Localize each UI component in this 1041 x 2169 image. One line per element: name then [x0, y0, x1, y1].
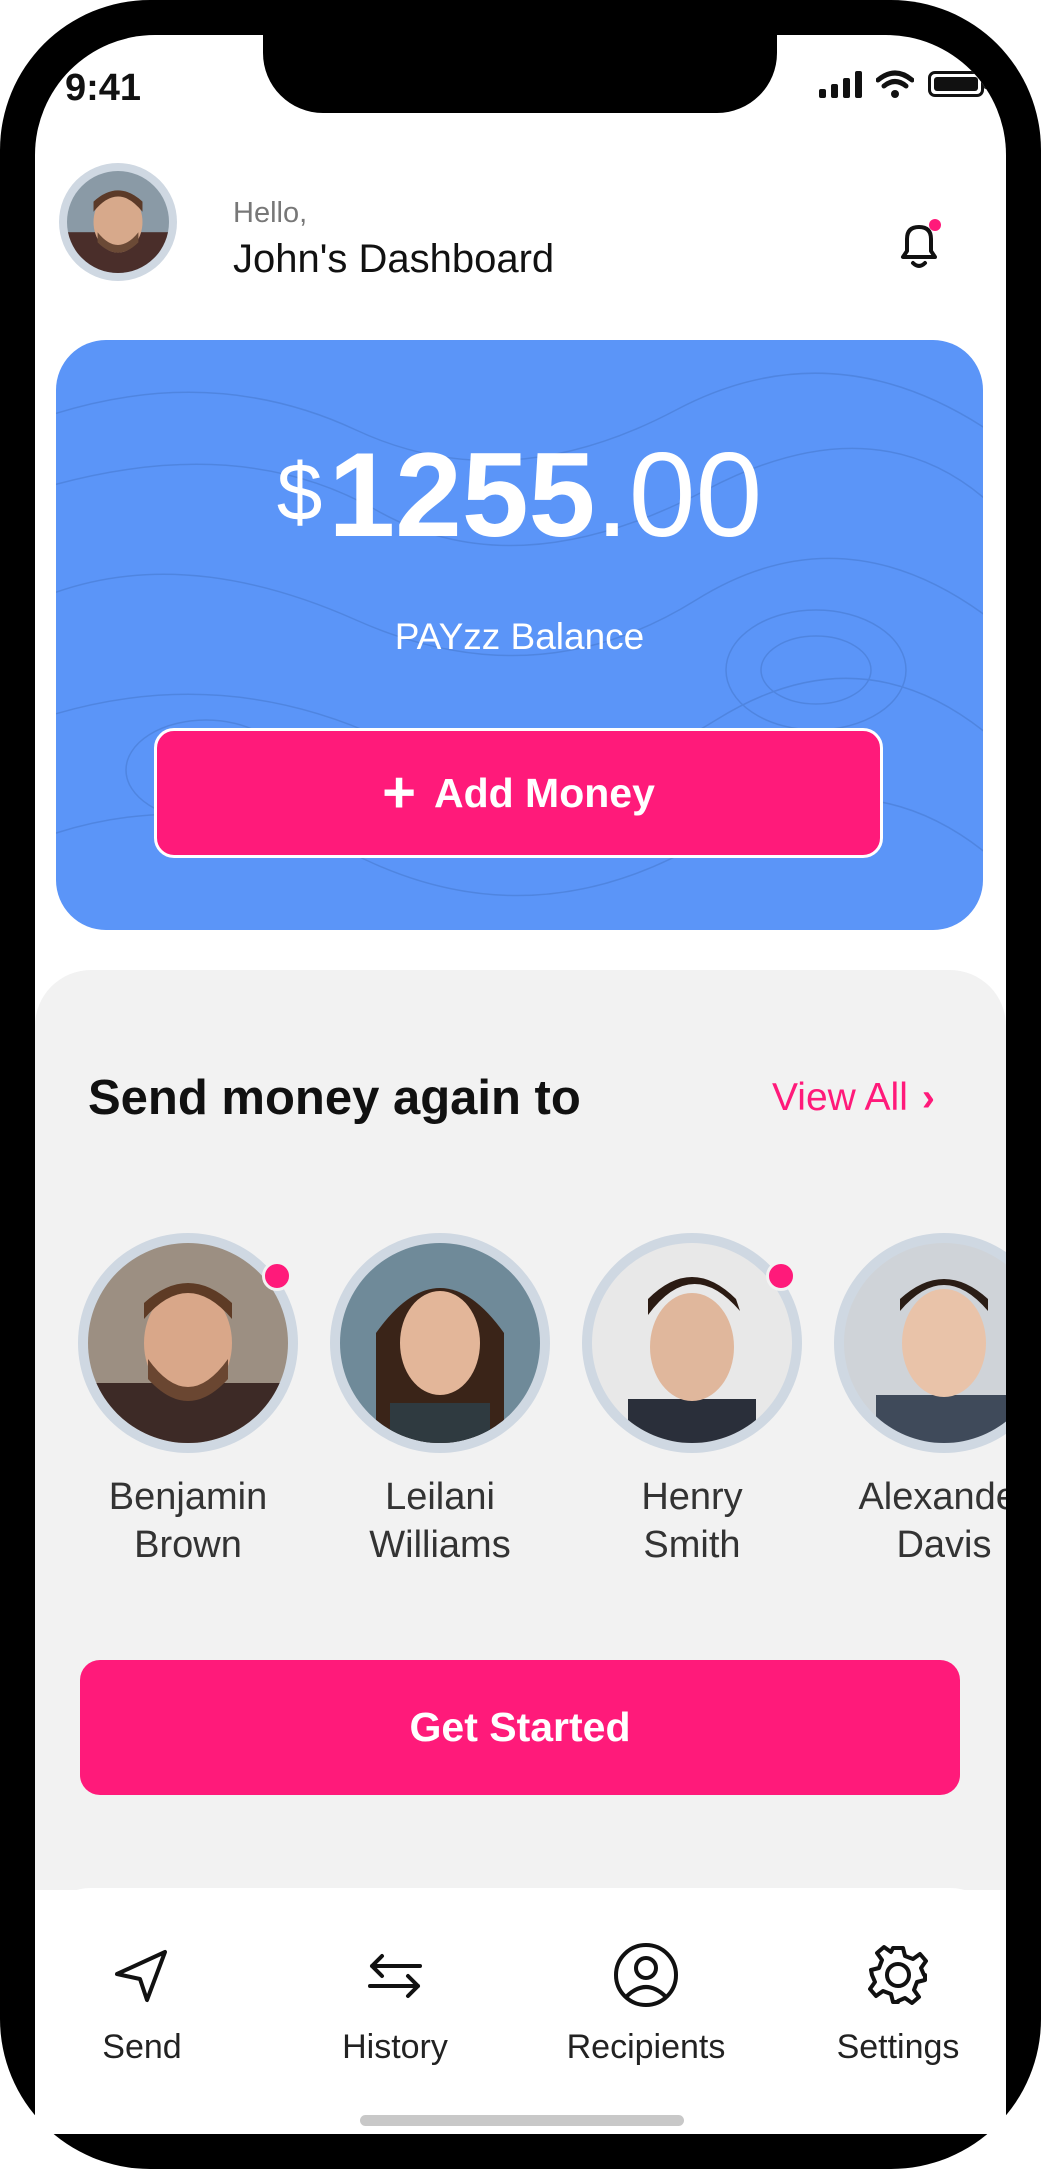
user-avatar[interactable]: [59, 163, 177, 281]
nav-send[interactable]: Send: [52, 1940, 232, 2067]
bell-notification-icon[interactable]: [889, 215, 949, 275]
status-time: 9:41: [65, 67, 142, 109]
battery-icon: [928, 71, 988, 97]
add-money-label: Add Money: [433, 769, 655, 816]
balance-amount: $1255.00: [56, 435, 983, 555]
balance-whole: 1255: [328, 428, 596, 562]
avatar-photo: [67, 171, 169, 273]
gear-icon: [868, 1945, 928, 2005]
nav-label: History: [342, 2028, 448, 2066]
balance-card: $1255.00 PAYzz Balance + Add Money: [56, 340, 983, 930]
view-all-label: View All: [772, 1076, 908, 1119]
chevron-right-icon: ›: [921, 1076, 935, 1119]
dashboard-header: Hello, John's Dashboard: [59, 163, 989, 283]
balance-label: PAYzz Balance: [394, 616, 645, 657]
currency-symbol: $: [276, 447, 323, 538]
recipient-avatar: [834, 1233, 1006, 1453]
recipient-card[interactable]: Alexander Davis: [834, 1233, 1006, 1569]
nav-history[interactable]: History: [305, 1940, 485, 2067]
get-started-button[interactable]: Get Started: [80, 1660, 960, 1795]
bottom-nav: Send History Recipients Settings: [35, 1888, 1006, 2134]
notch: [263, 35, 777, 113]
nav-settings[interactable]: Settings: [808, 1940, 988, 2067]
view-all-link[interactable]: View All ›: [772, 1076, 935, 1120]
send-icon: [115, 1950, 167, 2002]
page-title: John's Dashboard: [233, 237, 555, 281]
recipient-name: Alexander Davis: [858, 1476, 1006, 1566]
history-arrows-icon: [368, 1954, 422, 1998]
balance-cents: .00: [595, 428, 763, 562]
recipient-photo: [844, 1243, 1006, 1443]
user-circle-icon: [614, 1943, 678, 2007]
nav-recipients[interactable]: Recipients: [556, 1940, 736, 2067]
recipient-scroll-clip: Alexander Davis: [0, 1200, 1006, 1600]
nav-label: Settings: [836, 2028, 960, 2066]
plus-icon: +: [382, 760, 416, 825]
signal-icon: [819, 70, 862, 98]
status-icons: [819, 69, 988, 99]
nav-label: Recipients: [566, 2028, 726, 2066]
section-title: Send money again to: [88, 1071, 581, 1125]
nav-label: Send: [102, 2028, 182, 2066]
home-indicator: [360, 2115, 684, 2126]
greeting-text: Hello,: [233, 197, 308, 229]
wifi-icon: [876, 70, 914, 98]
add-money-button[interactable]: + Add Money: [154, 728, 883, 858]
